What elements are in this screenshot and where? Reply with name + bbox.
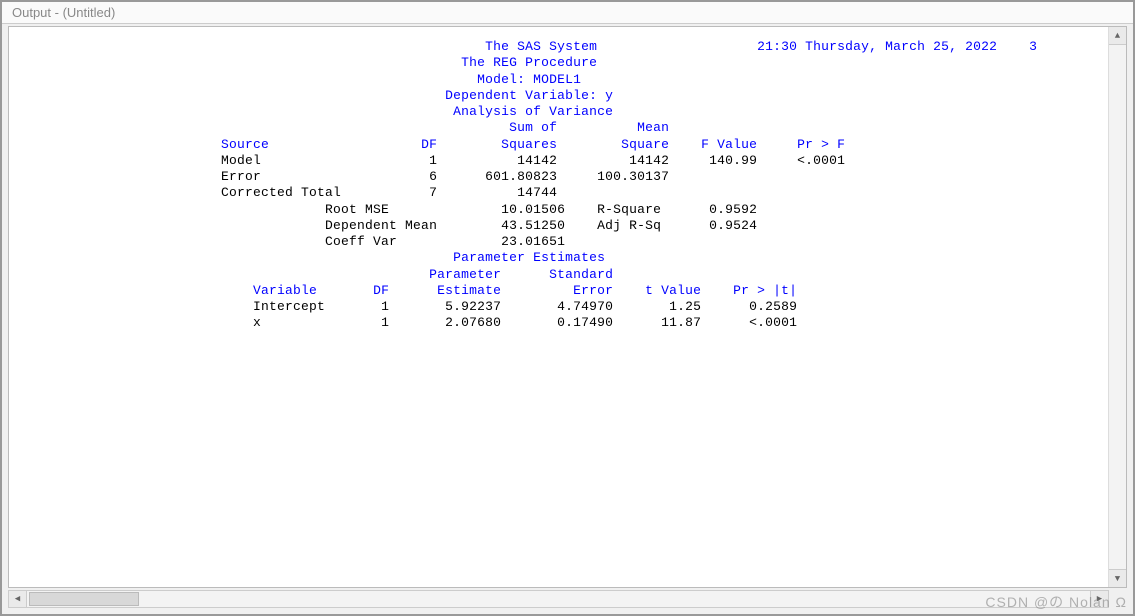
fit-value: 10.01506 bbox=[469, 202, 565, 217]
anova-hdr-pf: Pr > F bbox=[757, 137, 845, 152]
output-line: x 1 2.07680 0.17490 11.87 <.0001 bbox=[29, 315, 1088, 331]
anova-hdr-ms1: Mean bbox=[557, 120, 669, 135]
proc-title: The REG Procedure bbox=[29, 55, 1037, 70]
output-line: Root MSE 10.01506 R-Square 0.9592 bbox=[29, 202, 1088, 218]
horizontal-scroll-thumb[interactable] bbox=[29, 592, 139, 606]
anova-source: Error bbox=[221, 169, 397, 184]
window-titlebar: Output - (Untitled) bbox=[2, 2, 1133, 24]
param-var: Intercept bbox=[253, 299, 349, 314]
param-tv: 11.87 bbox=[613, 315, 701, 330]
param-se: 0.17490 bbox=[501, 315, 613, 330]
param-hdr-pe1: Parameter bbox=[389, 267, 501, 282]
window-title: Output - (Untitled) bbox=[12, 5, 115, 20]
model-title: Model: MODEL1 bbox=[29, 72, 1037, 87]
param-se: 4.74970 bbox=[501, 299, 613, 314]
fit-value: 23.01651 bbox=[469, 234, 565, 249]
output-line: The SAS System 21:30 Thursday, March 25,… bbox=[29, 39, 1088, 55]
param-hdr-pt: Pr > |t| bbox=[701, 283, 797, 298]
fit-rvalue: 0.9592 bbox=[677, 202, 757, 217]
fit-value: 43.51250 bbox=[469, 218, 565, 233]
fit-rlabel bbox=[597, 234, 677, 249]
anova-fv bbox=[669, 185, 757, 200]
anova-hdr-ss1: Sum of bbox=[437, 120, 557, 135]
output-line: Variable DF Estimate Error t Value Pr > … bbox=[29, 283, 1088, 299]
output-line: Sum of Mean bbox=[29, 120, 1088, 136]
param-hdr-se1: Standard bbox=[501, 267, 613, 282]
output-line: Dependent Variable: y bbox=[29, 88, 1088, 104]
param-est: 2.07680 bbox=[389, 315, 501, 330]
anova-df: 6 bbox=[397, 169, 437, 184]
output-line: Dependent Mean 43.51250 Adj R-Sq 0.9524 bbox=[29, 218, 1088, 234]
scroll-down-arrow-icon[interactable]: ▼ bbox=[1109, 569, 1126, 587]
output-line: Analysis of Variance bbox=[29, 104, 1088, 120]
output-line: Model 1 14142 14142 140.99 <.0001 bbox=[29, 153, 1088, 169]
anova-pf bbox=[757, 185, 845, 200]
anova-hdr-source: Source bbox=[221, 137, 397, 152]
anova-ms: 100.30137 bbox=[557, 169, 669, 184]
anova-hdr-ms2: Square bbox=[557, 137, 669, 152]
output-line: Corrected Total 7 14744 bbox=[29, 185, 1088, 201]
fit-label: Coeff Var bbox=[325, 234, 469, 249]
output-line: Parameter Standard bbox=[29, 267, 1088, 283]
fit-rvalue bbox=[677, 234, 757, 249]
scroll-up-arrow-icon[interactable]: ▲ bbox=[1109, 27, 1126, 45]
param-df: 1 bbox=[349, 299, 389, 314]
scroll-left-arrow-icon[interactable]: ◀ bbox=[9, 591, 27, 607]
anova-df: 7 bbox=[397, 185, 437, 200]
anova-hdr-fv: F Value bbox=[669, 137, 757, 152]
fit-rlabel: R-Square bbox=[597, 202, 677, 217]
anova-pf bbox=[757, 169, 845, 184]
param-hdr-tv: t Value bbox=[613, 283, 701, 298]
param-tv: 1.25 bbox=[613, 299, 701, 314]
output-line: Source DF Squares Square F Value Pr > F bbox=[29, 137, 1088, 153]
scroll-right-arrow-icon[interactable]: ▶ bbox=[1090, 591, 1108, 607]
anova-ms bbox=[557, 185, 669, 200]
page-datetime: 21:30 Thursday, March 25, 2022 bbox=[757, 39, 1021, 54]
anova-hdr-ss2: Squares bbox=[437, 137, 557, 152]
anova-title: Analysis of Variance bbox=[29, 104, 1037, 119]
anova-ss: 14142 bbox=[437, 153, 557, 168]
vertical-scrollbar[interactable]: ▲ ▼ bbox=[1108, 27, 1126, 587]
page-number: 3 bbox=[1021, 39, 1037, 54]
output-line: Coeff Var 23.01651 bbox=[29, 234, 1088, 250]
anova-source: Model bbox=[221, 153, 397, 168]
output-line: Error 6 601.80823 100.30137 bbox=[29, 169, 1088, 185]
fit-rvalue: 0.9524 bbox=[677, 218, 757, 233]
system-title: The SAS System bbox=[485, 39, 757, 54]
anova-fv: 140.99 bbox=[669, 153, 757, 168]
fit-label: Root MSE bbox=[325, 202, 469, 217]
param-est: 5.92237 bbox=[389, 299, 501, 314]
anova-df: 1 bbox=[397, 153, 437, 168]
output-line: Parameter Estimates bbox=[29, 250, 1088, 266]
param-df: 1 bbox=[349, 315, 389, 330]
anova-pf: <.0001 bbox=[757, 153, 845, 168]
param-pt: 0.2589 bbox=[701, 299, 797, 314]
anova-fv bbox=[669, 169, 757, 184]
output-line: Intercept 1 5.92237 4.74970 1.25 0.2589 bbox=[29, 299, 1088, 315]
param-hdr-df: DF bbox=[349, 283, 389, 298]
fit-label: Dependent Mean bbox=[325, 218, 469, 233]
param-hdr-pe2: Estimate bbox=[389, 283, 501, 298]
param-title: Parameter Estimates bbox=[29, 250, 1037, 265]
param-hdr-var: Variable bbox=[253, 283, 349, 298]
output-line: The REG Procedure bbox=[29, 55, 1088, 71]
anova-hdr-df: DF bbox=[397, 137, 437, 152]
fit-rlabel: Adj R-Sq bbox=[597, 218, 677, 233]
horizontal-scrollbar[interactable]: ◀ ▶ bbox=[8, 590, 1109, 608]
anova-ms: 14142 bbox=[557, 153, 669, 168]
sas-output-content: The SAS System 21:30 Thursday, March 25,… bbox=[9, 27, 1108, 587]
anova-source: Corrected Total bbox=[221, 185, 397, 200]
output-pane: The SAS System 21:30 Thursday, March 25,… bbox=[8, 26, 1127, 588]
param-hdr-se2: Error bbox=[501, 283, 613, 298]
anova-ss: 14744 bbox=[437, 185, 557, 200]
param-pt: <.0001 bbox=[701, 315, 797, 330]
depvar-title: Dependent Variable: y bbox=[29, 88, 1037, 103]
param-var: x bbox=[253, 315, 349, 330]
output-line: Model: MODEL1 bbox=[29, 72, 1088, 88]
anova-ss: 601.80823 bbox=[437, 169, 557, 184]
